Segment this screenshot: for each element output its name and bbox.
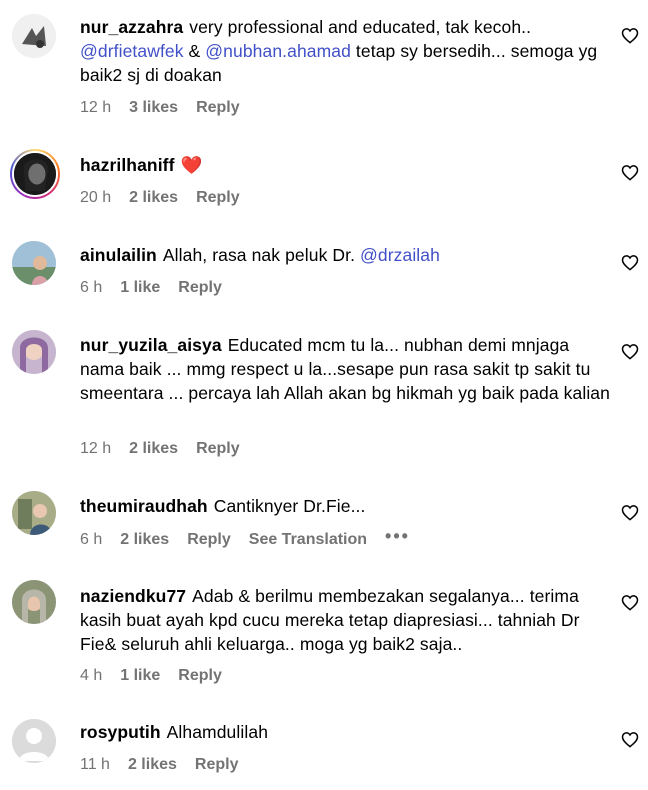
comment-meta: 12 h 3 likes Reply [80, 99, 258, 117]
comment-time: 20 h [80, 189, 112, 206]
likes-count[interactable]: 1 like [120, 667, 160, 685]
heart-outline-icon[interactable] [621, 343, 639, 360]
likes-count[interactable]: 2 likes [129, 440, 178, 458]
comment-meta: 12 h 2 likes Reply [80, 440, 258, 458]
comment-text: nur_azzahra very professional and educate… [80, 15, 610, 87]
avatar[interactable] [12, 241, 56, 285]
comment-meta: 6 h 1 like Reply [80, 279, 240, 297]
comment-body: Alhamdulilah [166, 722, 269, 742]
comment-username[interactable]: theumiraudhah [80, 496, 208, 516]
comment-meta: 6 h 2 likes Reply See Translation ••• [80, 526, 428, 550]
reply-button[interactable]: Reply [196, 189, 240, 207]
comment-meta: 4 h 1 like Reply [80, 667, 240, 685]
comment-text: theumiraudhah Cantiknyer Dr.Fie... [80, 494, 610, 518]
comment-text: naziendku77 Adab & berilmu membezakan seg… [80, 584, 610, 656]
comment-body: & [183, 41, 206, 61]
heart-outline-icon[interactable] [621, 27, 639, 44]
avatar[interactable] [12, 580, 56, 624]
comment-meta: 20 h 2 likes Reply [80, 189, 258, 207]
comment-text: hazrilhaniff ❤️ [80, 153, 610, 177]
heart-outline-icon[interactable] [621, 254, 639, 271]
comment-username[interactable]: nur_yuzila_aisya [80, 335, 222, 355]
avatar[interactable] [12, 491, 56, 535]
comment-meta: 11 h 2 likes Reply [80, 756, 256, 774]
comment-time: 4 h [80, 667, 103, 684]
comment-text: nur_yuzila_aisya Educated mcm tu la... nu… [80, 333, 610, 405]
likes-count[interactable]: 2 likes [128, 756, 177, 774]
avatar[interactable] [12, 330, 56, 374]
comment-time: 11 h [80, 756, 110, 773]
heart-outline-icon[interactable] [621, 594, 639, 611]
reply-button[interactable]: Reply [178, 279, 222, 297]
comment-time: 6 h [80, 279, 103, 296]
see-translation-button[interactable]: See Translation [249, 531, 367, 549]
comment-time: 6 h [80, 530, 103, 548]
comment-body: very professional and educated, tak keco… [189, 17, 532, 37]
avatar[interactable] [12, 14, 56, 58]
mention-link[interactable]: @nubhan.ahamad [205, 41, 351, 61]
person-silhouette-icon[interactable] [12, 719, 56, 763]
comment-time: 12 h [80, 99, 112, 116]
likes-count[interactable]: 3 likes [129, 99, 178, 117]
comment-body: Cantiknyer Dr.Fie... [213, 496, 366, 516]
comment-username[interactable]: rosyputih [80, 722, 161, 742]
reply-button[interactable]: Reply [187, 531, 231, 549]
avatar-image [12, 151, 58, 197]
heart-outline-icon[interactable] [621, 164, 639, 181]
likes-count[interactable]: 2 likes [129, 189, 178, 207]
more-options-icon[interactable]: ••• [385, 526, 410, 547]
comment-time: 12 h [80, 440, 112, 457]
comment-body: ❤️ [180, 155, 203, 175]
comment-username[interactable]: naziendku77 [80, 586, 186, 606]
heart-outline-icon[interactable] [621, 731, 639, 748]
mention-link[interactable]: @drfietawfek [80, 41, 184, 61]
comment-text: ainulailin Allah, rasa nak peluk Dr. @drz… [80, 243, 610, 267]
heart-outline-icon[interactable] [621, 504, 639, 521]
avatar[interactable] [10, 149, 60, 199]
comment-body: Allah, rasa nak peluk Dr. [162, 245, 361, 265]
reply-button[interactable]: Reply [196, 440, 240, 458]
comment-username[interactable]: hazrilhaniff [80, 155, 175, 175]
reply-button[interactable]: Reply [178, 667, 222, 685]
comment-username[interactable]: ainulailin [80, 245, 157, 265]
comment-text: rosyputih Alhamdulilah [80, 720, 610, 744]
comment-username[interactable]: nur_azzahra [80, 17, 183, 37]
reply-button[interactable]: Reply [196, 99, 240, 117]
mention-link[interactable]: @drzailah [360, 245, 440, 265]
likes-count[interactable]: 1 like [120, 279, 160, 297]
likes-count[interactable]: 2 likes [120, 531, 169, 549]
reply-button[interactable]: Reply [195, 756, 239, 774]
